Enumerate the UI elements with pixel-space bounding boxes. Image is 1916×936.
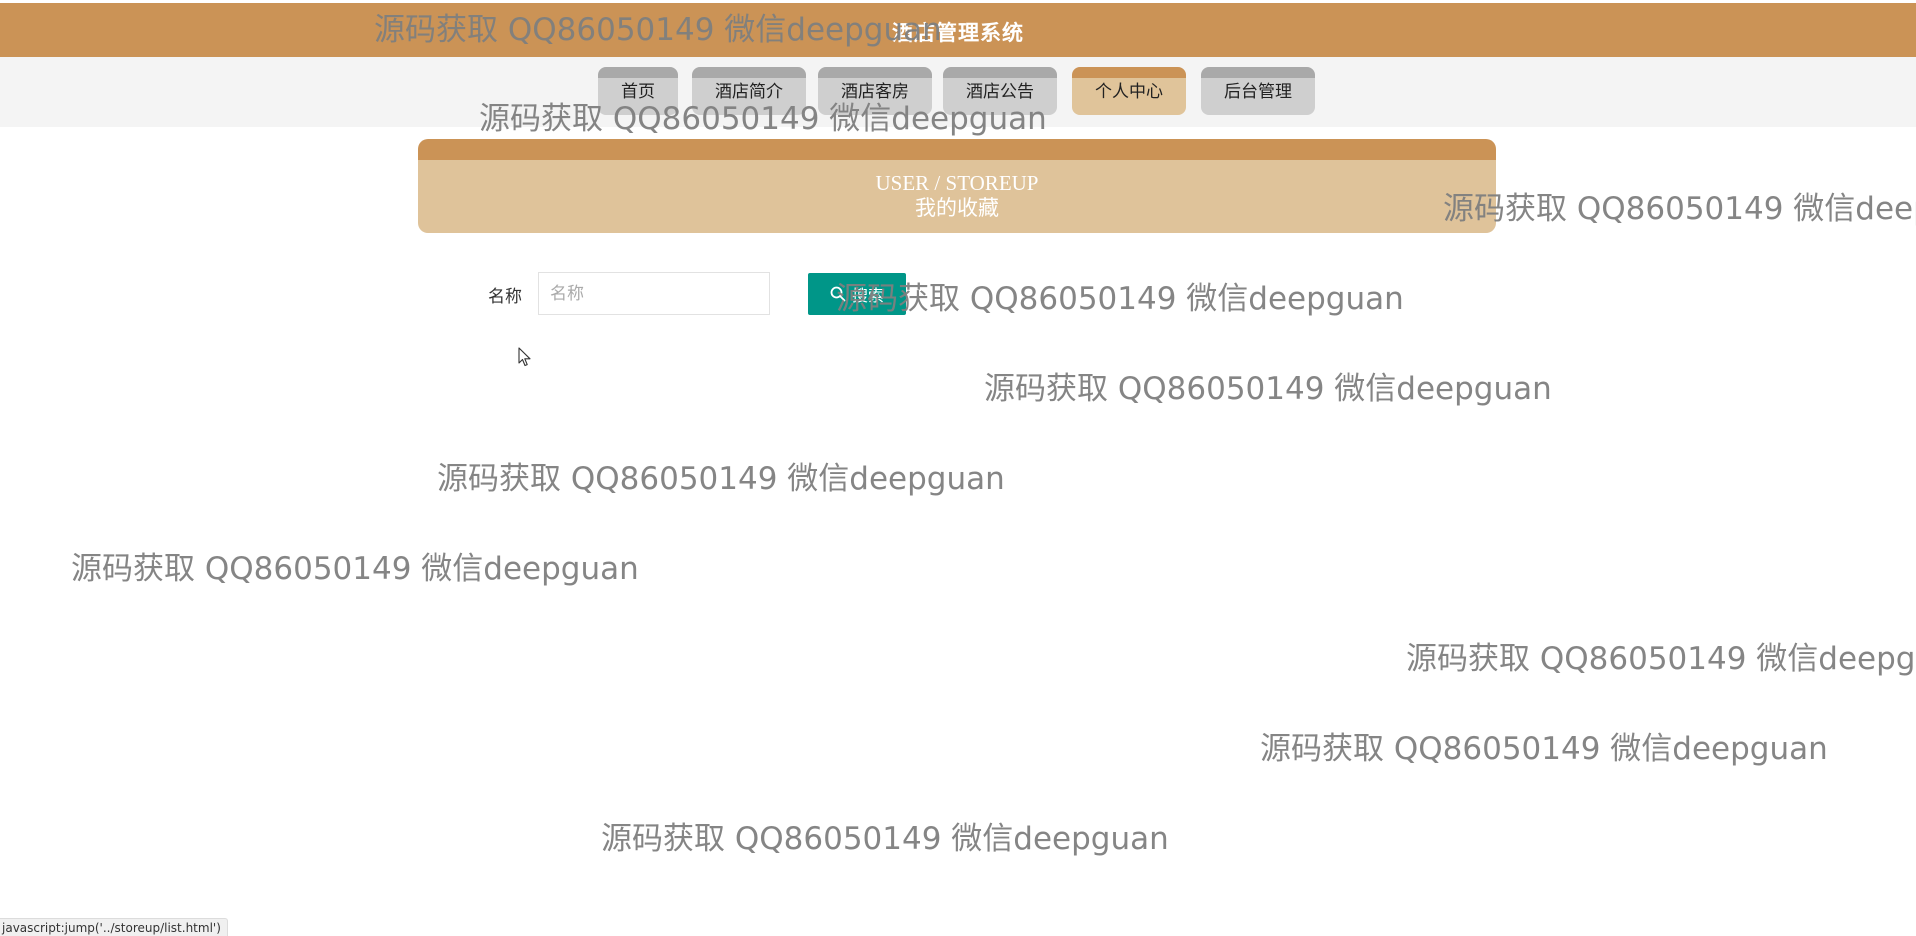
site-header: 酒店管理系统 xyxy=(0,3,1916,57)
watermark-text: 源码获取 QQ86050149 微信deepguan xyxy=(836,281,1404,317)
watermark-text: 源码获取 QQ86050149 微信deepguan xyxy=(1406,641,1916,677)
search-button[interactable]: 搜索 xyxy=(808,273,906,315)
banner-title-en: USER / STOREUP xyxy=(875,171,1039,195)
nav-item-user-center[interactable]: 个人中心 xyxy=(1072,67,1186,115)
search-button-label: 搜索 xyxy=(851,286,884,305)
nav-item-home[interactable]: 首页 xyxy=(598,67,678,115)
nav-item-hotel-rooms[interactable]: 酒店客房 xyxy=(818,67,932,115)
search-label: 名称 xyxy=(488,287,522,307)
search-icon xyxy=(830,286,846,302)
browser-status-bar: javascript:jump('../storeup/list.html') xyxy=(0,918,228,936)
main-nav: 首页 酒店简介 酒店客房 酒店公告 个人中心 后台管理 xyxy=(0,57,1916,127)
banner-title-cn: 我的收藏 xyxy=(915,196,999,220)
nav-item-hotel-intro[interactable]: 酒店简介 xyxy=(692,67,806,115)
page: 酒店管理系统 首页 酒店简介 酒店客房 酒店公告 个人中心 后台管理 USER … xyxy=(0,0,1916,936)
site-title: 酒店管理系统 xyxy=(892,21,1024,45)
search-input[interactable] xyxy=(538,272,770,315)
watermark-text: 源码获取 QQ86050149 微信deepguan xyxy=(1443,191,1916,227)
watermark-text: 源码获取 QQ86050149 微信deepguan xyxy=(601,821,1169,857)
watermark-text: 源码获取 QQ86050149 微信deepguan xyxy=(71,551,639,587)
watermark-text: 源码获取 QQ86050149 微信deepguan xyxy=(984,371,1552,407)
mouse-pointer-icon xyxy=(518,347,532,372)
watermark-text: 源码获取 QQ86050149 微信deepguan xyxy=(1260,731,1828,767)
nav-item-admin[interactable]: 后台管理 xyxy=(1201,67,1315,115)
nav-item-hotel-notices[interactable]: 酒店公告 xyxy=(943,67,1057,115)
page-banner: USER / STOREUP 我的收藏 xyxy=(418,139,1496,233)
watermark-text: 源码获取 QQ86050149 微信deepguan xyxy=(437,461,1005,497)
